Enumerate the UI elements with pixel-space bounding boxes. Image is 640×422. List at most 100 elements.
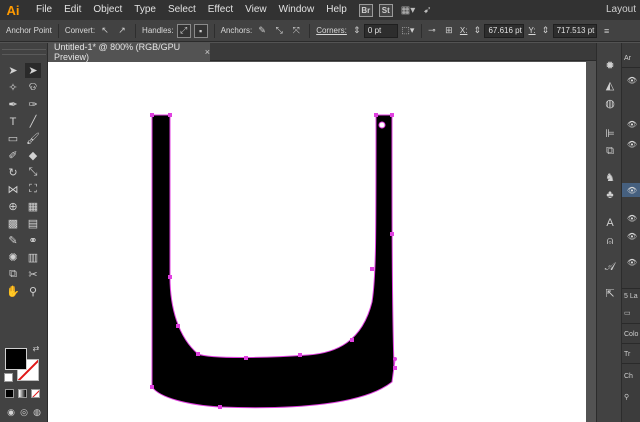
gradient-mode-icon[interactable] (18, 389, 27, 398)
artwork-svg[interactable] (48, 62, 586, 422)
opentype-icon[interactable]: 𝒜 (601, 259, 619, 275)
menu-edit[interactable]: Edit (58, 0, 87, 20)
character-panel-tab[interactable]: Ch (624, 373, 633, 380)
corners-label[interactable]: Corners: (316, 26, 347, 35)
corners-stepper-icon[interactable]: ⇕ (350, 24, 364, 38)
slice-tool-icon[interactable]: ✂ (25, 267, 41, 282)
magic-wand-tool-icon[interactable]: ✧ (5, 80, 21, 95)
panel-grip[interactable] (2, 49, 46, 55)
scale-tool-icon[interactable]: ⤡ (25, 165, 41, 180)
menu-type[interactable]: Type (128, 0, 162, 20)
zoom-tool-icon[interactable]: ⚲ (25, 284, 41, 299)
anchor-point[interactable] (390, 232, 394, 236)
anchor-point[interactable] (150, 385, 154, 389)
color-icon[interactable]: ◭ (601, 77, 619, 93)
free-transform-tool-icon[interactable]: ⛶ (25, 182, 41, 197)
eraser-tool-icon[interactable]: ◆ (25, 148, 41, 163)
shape-builder-tool-icon[interactable]: ⊕ (5, 199, 21, 214)
brushes-icon[interactable]: ♣ (601, 187, 619, 203)
show-handles-icon[interactable]: ⤢ (176, 23, 191, 38)
curvature-tool-icon[interactable]: ✑ (25, 97, 41, 112)
visibility-eye-icon[interactable]: 👁 (627, 185, 637, 195)
x-label[interactable]: X: (460, 26, 468, 35)
blend-tool-icon[interactable]: ⚭ (25, 233, 41, 248)
color-mode-icon[interactable] (5, 389, 14, 398)
transparency-panel-tab[interactable]: Tr (624, 351, 630, 358)
line-tool-icon[interactable]: ╱ (25, 114, 41, 129)
pathfinder-icon[interactable]: ⧉ (601, 143, 619, 159)
type-tool-icon[interactable]: T (5, 114, 21, 129)
connect-anchors-icon[interactable]: ⤧ (289, 24, 303, 38)
shaper-tool-icon[interactable]: ✐ (5, 148, 21, 163)
menu-effect[interactable]: Effect (202, 0, 239, 20)
gpu-performance-icon[interactable]: ➹ (423, 5, 431, 16)
y-field[interactable]: 717.513 pt (552, 23, 597, 38)
anchor-point[interactable] (168, 113, 172, 117)
artboard[interactable] (48, 62, 586, 422)
eyedropper-tool-icon[interactable]: ✎ (5, 233, 21, 248)
layers-menu-icon[interactable]: ▭ (624, 309, 631, 317)
convert-to-corner-icon[interactable]: ↖ (98, 24, 112, 38)
convert-to-smooth-icon[interactable]: ↗ (115, 24, 129, 38)
mesh-tool-icon[interactable]: ▩ (5, 216, 21, 231)
anchor-point[interactable] (150, 113, 154, 117)
none-mode-icon[interactable] (31, 389, 40, 398)
canvas-area[interactable] (48, 62, 596, 422)
menu-select[interactable]: Select (162, 0, 202, 20)
pen-tool-icon[interactable]: ✒ (5, 97, 21, 112)
anchor-point[interactable] (390, 113, 394, 117)
visibility-eye-icon[interactable]: 👁 (627, 139, 637, 149)
x-field[interactable]: 67.616 pt (484, 23, 525, 38)
column-graph-tool-icon[interactable]: ▥ (25, 250, 41, 265)
transform-menu-icon[interactable]: ≡ (600, 24, 614, 38)
selection-tool-icon[interactable]: ➤ (5, 63, 21, 78)
anchor-point[interactable] (350, 338, 354, 342)
artboard-tool-icon[interactable]: ⧉ (5, 267, 21, 282)
bridge-button[interactable]: Br (358, 3, 373, 17)
align-icon[interactable]: ⊞ (442, 24, 456, 38)
rotate-tool-icon[interactable]: ↻ (5, 165, 21, 180)
align-panel-icon[interactable]: ⊫ (601, 125, 619, 141)
u-shape-path[interactable] (151, 114, 395, 409)
character-panel-icon[interactable]: A (601, 215, 619, 231)
isolate-icon[interactable]: ⬚▾ (401, 24, 415, 38)
swatches-icon[interactable]: ◍ (601, 95, 619, 111)
visibility-eye-icon[interactable]: 👁 (627, 75, 637, 85)
anchor-point[interactable] (374, 113, 378, 117)
arrange-documents-icon[interactable]: ▦▾ (401, 5, 415, 16)
artboards-tab-icon[interactable]: Ar (624, 55, 631, 62)
anchor-point[interactable] (298, 353, 302, 357)
symbols-icon[interactable]: ♞ (601, 169, 619, 185)
workspace-switcher[interactable]: Layout (606, 0, 636, 20)
visibility-eye-icon[interactable]: 👁 (627, 119, 637, 129)
visibility-eye-icon[interactable]: 👁 (627, 213, 637, 223)
anchor-point[interactable] (370, 267, 374, 271)
default-fill-stroke-icon[interactable] (4, 373, 13, 382)
visibility-eye-icon[interactable]: 👁 (627, 257, 637, 267)
visibility-eye-icon[interactable]: 👁 (627, 231, 637, 241)
export-icon[interactable]: ⇱ (601, 285, 619, 301)
cut-path-icon[interactable]: ⤡ (272, 24, 286, 38)
menu-help[interactable]: Help (320, 0, 353, 20)
lasso-tool-icon[interactable]: ଡ (25, 80, 41, 95)
menu-object[interactable]: Object (87, 0, 128, 20)
anchor-point[interactable] (176, 324, 180, 328)
anchor-point[interactable] (218, 405, 222, 409)
menu-file[interactable]: File (30, 0, 58, 20)
symbol-sprayer-tool-icon[interactable]: ✺ (5, 250, 21, 265)
color-panel-tab[interactable]: Colo (624, 331, 638, 338)
anchor-point[interactable] (196, 352, 200, 356)
hand-tool-icon[interactable]: ✋ (5, 284, 21, 299)
menu-window[interactable]: Window (273, 0, 321, 20)
x-stepper-icon[interactable]: ⇕ (470, 24, 484, 38)
width-tool-icon[interactable]: ⋈ (5, 182, 21, 197)
stock-button[interactable]: St (378, 3, 393, 17)
color-guide-icon[interactable]: ✹ (601, 57, 619, 73)
y-stepper-icon[interactable]: ⇕ (539, 24, 553, 38)
draw-normal-icon[interactable]: ◉ (5, 405, 17, 420)
paintbrush-tool-icon[interactable]: 🖌 (25, 131, 41, 146)
close-icon[interactable]: × (205, 47, 210, 57)
fill-swatch[interactable] (5, 348, 27, 370)
perspective-grid-tool-icon[interactable]: ▦ (25, 199, 41, 214)
draw-behind-icon[interactable]: ◎ (18, 405, 30, 420)
